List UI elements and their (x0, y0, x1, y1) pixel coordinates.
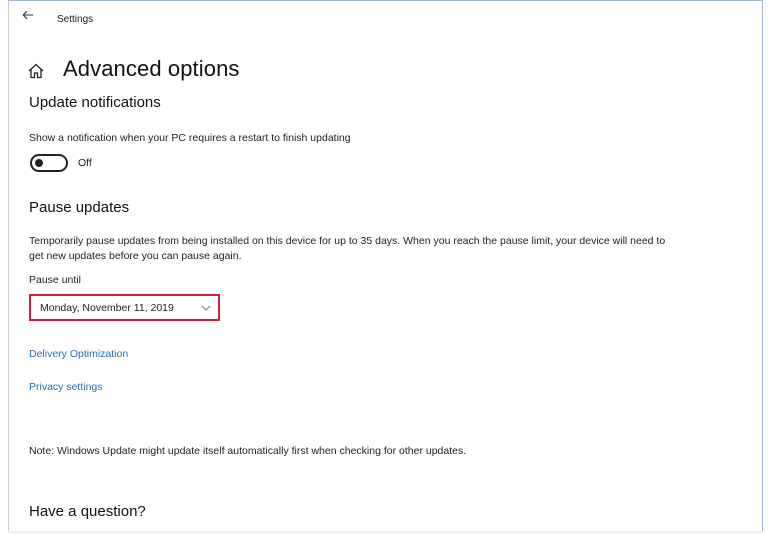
toggle-state-label: Off (78, 157, 92, 169)
pause-until-dropdown[interactable]: Monday, November 11, 2019 (29, 294, 220, 321)
back-arrow-icon (22, 10, 33, 20)
toggle-switch[interactable] (30, 154, 68, 172)
update-note: Note: Windows Update might update itself… (29, 445, 467, 457)
have-a-question-heading: Have a question? (29, 503, 146, 520)
page-title: Advanced options (63, 56, 240, 81)
pause-updates-heading: Pause updates (29, 199, 130, 216)
update-notifications-heading: Update notifications (29, 94, 161, 111)
title-bar: Settings (9, 1, 762, 31)
pause-until-label: Pause until (29, 274, 81, 286)
notification-description: Show a notification when your PC require… (29, 132, 351, 144)
chevron-down-icon (201, 305, 211, 311)
selected-date: Monday, November 11, 2019 (40, 301, 174, 314)
toggle-knob (35, 159, 43, 167)
privacy-settings-link[interactable]: Privacy settings (29, 381, 103, 393)
window-title: Settings (57, 14, 94, 25)
home-icon[interactable] (27, 62, 45, 80)
back-button[interactable] (19, 7, 37, 23)
restart-notification-toggle[interactable]: Off (30, 154, 92, 172)
pause-updates-description: Temporarily pause updates from being ins… (29, 235, 666, 262)
delivery-optimization-link[interactable]: Delivery Optimization (29, 348, 128, 360)
page-header: Advanced options (27, 55, 240, 83)
settings-window: Settings Advanced options Update notific… (8, 0, 763, 532)
